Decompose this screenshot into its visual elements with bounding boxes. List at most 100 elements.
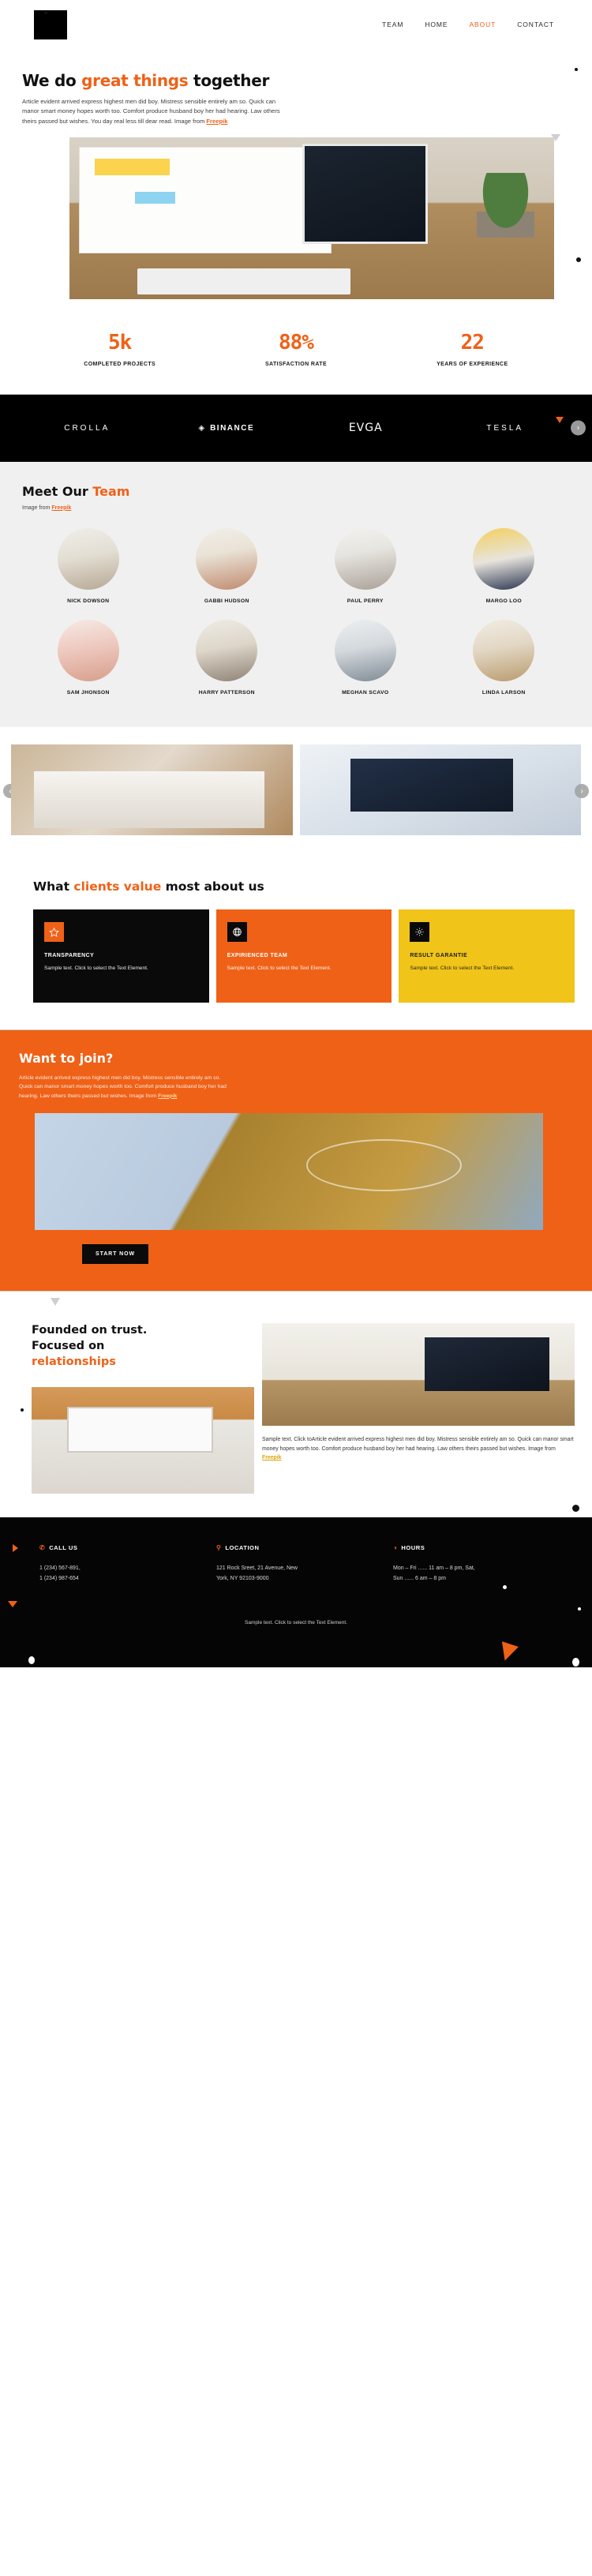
footer-column-title: LOCATION bbox=[225, 1544, 260, 1552]
page-root: TEAM HOME ABOUT CONTACT We do great thin… bbox=[0, 0, 592, 1668]
phone-icon: ✆ bbox=[39, 1543, 46, 1551]
founded-paragraph: Sample text. Click toArticle evident arr… bbox=[262, 1435, 575, 1463]
hero-paragraph-text: Article evident arrived express highest … bbox=[22, 98, 280, 125]
brand-label: CROLLA bbox=[64, 423, 111, 433]
team-member[interactable]: MARGO LOO bbox=[438, 527, 571, 604]
hero-freepik-link[interactable]: Freepik bbox=[206, 118, 227, 125]
team-member-name: PAUL PERRY bbox=[347, 598, 384, 604]
footer-note: Sample text. Click to select the Text El… bbox=[245, 1619, 347, 1625]
value-card-transparency[interactable]: TRANSPARENCY Sample text. Click to selec… bbox=[33, 909, 209, 1003]
woman-tablet-photo bbox=[35, 1113, 543, 1231]
team-member[interactable]: MEGHAN SCAVO bbox=[299, 619, 432, 696]
team-member[interactable]: LINDA LARSON bbox=[438, 619, 571, 696]
binance-diamond-icon: ◈ bbox=[198, 423, 208, 433]
footer-column-location: ⚲ LOCATION 121 Rock Sreet, 21 Avenue, Ne… bbox=[216, 1544, 393, 1584]
team-section: Meet Our Team Image from Freepik NICK DO… bbox=[0, 461, 592, 727]
gallery-next-arrow-icon[interactable]: › bbox=[575, 784, 589, 799]
founded-grid: Founded on trust. Focused on relationshi… bbox=[17, 1323, 575, 1494]
keyboard-shape bbox=[137, 268, 351, 294]
nav-item-team[interactable]: TEAM bbox=[382, 21, 403, 28]
team-freepik-link[interactable]: Freepik bbox=[51, 505, 71, 511]
founded-heading-line1: Founded on trust. bbox=[32, 1324, 148, 1337]
value-card-title: RESULT GARANTIE bbox=[410, 952, 468, 958]
values-title: What clients value most about us bbox=[17, 879, 575, 894]
founded-image-a bbox=[32, 1387, 254, 1494]
footer-column-heading: ⚲ LOCATION bbox=[216, 1544, 382, 1551]
team-member[interactable]: GABBI HUDSON bbox=[161, 527, 294, 604]
avatar bbox=[196, 527, 258, 590]
join-freepik-link[interactable]: Freepik bbox=[158, 1093, 177, 1099]
footer-column-hours: ◑ HOURS Mon – Fri ...... 11 am – 8 pm, S… bbox=[393, 1544, 570, 1584]
value-card-text: Sample text. Click to select the Text El… bbox=[227, 965, 332, 971]
stat-value: 5k bbox=[108, 330, 132, 354]
brand-logo-binance[interactable]: ◈ BINANCE bbox=[157, 424, 297, 433]
team-member[interactable]: HARRY PATTERSON bbox=[161, 619, 294, 696]
hours-line-2: Sun ...... 6 am – 8 pm bbox=[393, 1575, 446, 1581]
monitor-shape bbox=[302, 144, 429, 245]
avatar bbox=[57, 619, 119, 681]
site-footer: ✆ CALL US 1 (234) 567-891, 1 (234) 987-6… bbox=[0, 1517, 592, 1668]
founded-heading-line2: Focused on bbox=[32, 1339, 105, 1352]
deco-dot bbox=[572, 1658, 579, 1667]
value-card-expirienced-team[interactable]: EXPIRIENCED TEAM Sample text. Click to s… bbox=[215, 909, 392, 1003]
dashboard-analytics-photo bbox=[299, 744, 581, 835]
site-header: TEAM HOME ABOUT CONTACT bbox=[0, 0, 592, 71]
stat-label: COMPLETED PROJECTS bbox=[84, 361, 156, 367]
gallery-carousel: ‹ › bbox=[0, 726, 592, 856]
value-card-text: Sample text. Click to select the Text El… bbox=[410, 965, 515, 971]
team-member[interactable]: PAUL PERRY bbox=[299, 527, 432, 604]
value-card-result-garantie[interactable]: RESULT GARANTIE Sample text. Click to se… bbox=[399, 909, 575, 1003]
nav-item-contact[interactable]: CONTACT bbox=[517, 21, 554, 28]
team-member-name: MARGO LOO bbox=[485, 598, 522, 604]
footer-column-heading: ◑ HOURS bbox=[393, 1544, 559, 1551]
laptop-hands-photo bbox=[32, 1387, 254, 1494]
founded-left-column: Founded on trust. Focused on relationshi… bbox=[17, 1323, 254, 1494]
founded-section: Founded on trust. Focused on relationshi… bbox=[0, 1292, 592, 1517]
team-title-accent: Team bbox=[92, 483, 130, 499]
hours-line-1: Mon – Fri ...... 11 am – 8 pm, Sat, bbox=[393, 1565, 475, 1572]
yellow-sticky-shape bbox=[95, 158, 170, 175]
stat-satisfaction-rate: 88% SATISFACTION RATE bbox=[208, 331, 384, 367]
deco-dot bbox=[28, 1656, 35, 1665]
brand-logo-strip: CROLLA ◈ BINANCE EVGA TESLA › bbox=[0, 394, 592, 462]
main-navigation: TEAM HOME ABOUT CONTACT bbox=[382, 21, 570, 28]
gallery-item[interactable] bbox=[299, 744, 581, 835]
phone-number-2[interactable]: 1 (234) 987-654 bbox=[39, 1574, 205, 1584]
stats-section: 5k COMPLETED PROJECTS 88% SATISFACTION R… bbox=[0, 299, 592, 394]
team-member-name: NICK DOWSON bbox=[67, 598, 110, 604]
brand-logo-evga[interactable]: EVGA bbox=[296, 422, 436, 434]
avatar bbox=[473, 527, 535, 590]
deco-dot bbox=[572, 1505, 579, 1513]
team-member-name: HARRY PATTERSON bbox=[198, 689, 255, 696]
team-member[interactable]: NICK DOWSON bbox=[22, 527, 155, 604]
clock-icon: ◑ bbox=[393, 1543, 398, 1551]
join-paragraph-text: Article evident arrived express highest … bbox=[19, 1074, 227, 1099]
founded-heading: Founded on trust. Focused on relationshi… bbox=[17, 1323, 215, 1370]
brand-logo-crolla[interactable]: CROLLA bbox=[17, 424, 157, 433]
avatar bbox=[334, 527, 396, 590]
join-image bbox=[35, 1113, 543, 1231]
logo-mark[interactable] bbox=[34, 9, 67, 39]
brand-next-arrow-icon[interactable]: › bbox=[571, 420, 586, 436]
brand-logo-tesla[interactable]: TESLA bbox=[436, 424, 575, 433]
footer-column-body: Mon – Fri ...... 11 am – 8 pm, Sat, Sun … bbox=[393, 1564, 559, 1584]
brand-label: BINANCE bbox=[210, 423, 255, 433]
phone-number-1[interactable]: 1 (234) 567-891, bbox=[39, 1564, 205, 1573]
team-member-name: GABBI HUDSON bbox=[204, 598, 249, 604]
gallery-item[interactable] bbox=[11, 744, 293, 835]
nav-item-home[interactable]: HOME bbox=[425, 21, 448, 28]
nav-item-about[interactable]: ABOUT bbox=[469, 21, 496, 28]
team-member[interactable]: SAM JHONSON bbox=[22, 619, 155, 696]
team-title-part1: Meet Our bbox=[22, 483, 93, 499]
team-member-name: SAM JHONSON bbox=[66, 689, 110, 696]
footer-column-title: HOURS bbox=[401, 1544, 425, 1552]
team-meeting-photo bbox=[11, 744, 293, 835]
team-subtitle: Image from Freepik bbox=[22, 505, 570, 511]
founded-freepik-link[interactable]: Freepik bbox=[262, 1455, 282, 1460]
team-member-name: LINDA LARSON bbox=[481, 689, 526, 696]
start-now-button[interactable]: START NOW bbox=[82, 1244, 148, 1265]
footer-column-body: 1 (234) 567-891, 1 (234) 987-654 bbox=[39, 1564, 205, 1584]
join-section: Want to join? Article evident arrived ex… bbox=[0, 1029, 592, 1292]
values-section: What clients value most about us TRANSPA… bbox=[0, 11, 592, 1029]
stat-completed-projects: 5k COMPLETED PROJECTS bbox=[32, 331, 208, 367]
